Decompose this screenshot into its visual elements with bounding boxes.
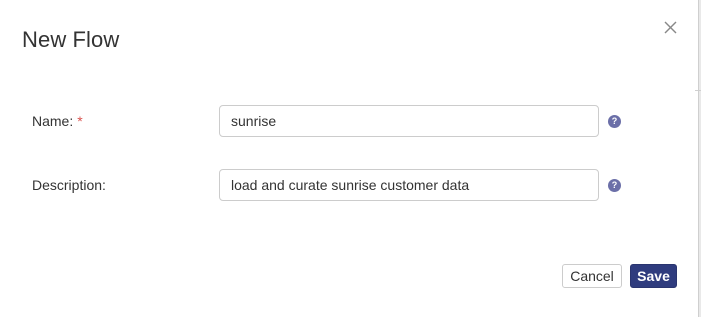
name-row: Name:* ? (0, 105, 701, 137)
description-row: Description: ? (0, 169, 701, 201)
name-input[interactable] (219, 105, 599, 137)
window-edge-tick (695, 90, 701, 91)
description-input[interactable] (219, 169, 599, 201)
description-help-icon[interactable]: ? (608, 179, 621, 192)
description-label: Description: (32, 177, 106, 193)
name-label: Name: * (32, 113, 83, 129)
new-flow-dialog: New Flow Name:* ? Description: ? Cancel … (0, 0, 701, 317)
cancel-button[interactable]: Cancel (562, 264, 622, 288)
close-icon (664, 21, 676, 33)
name-label-text: Name: (32, 113, 74, 129)
save-button[interactable]: Save (630, 264, 677, 288)
required-indicator: * (77, 113, 83, 129)
close-button[interactable] (658, 15, 682, 39)
dialog-title: New Flow (22, 27, 120, 52)
name-help-icon[interactable]: ? (608, 115, 621, 128)
